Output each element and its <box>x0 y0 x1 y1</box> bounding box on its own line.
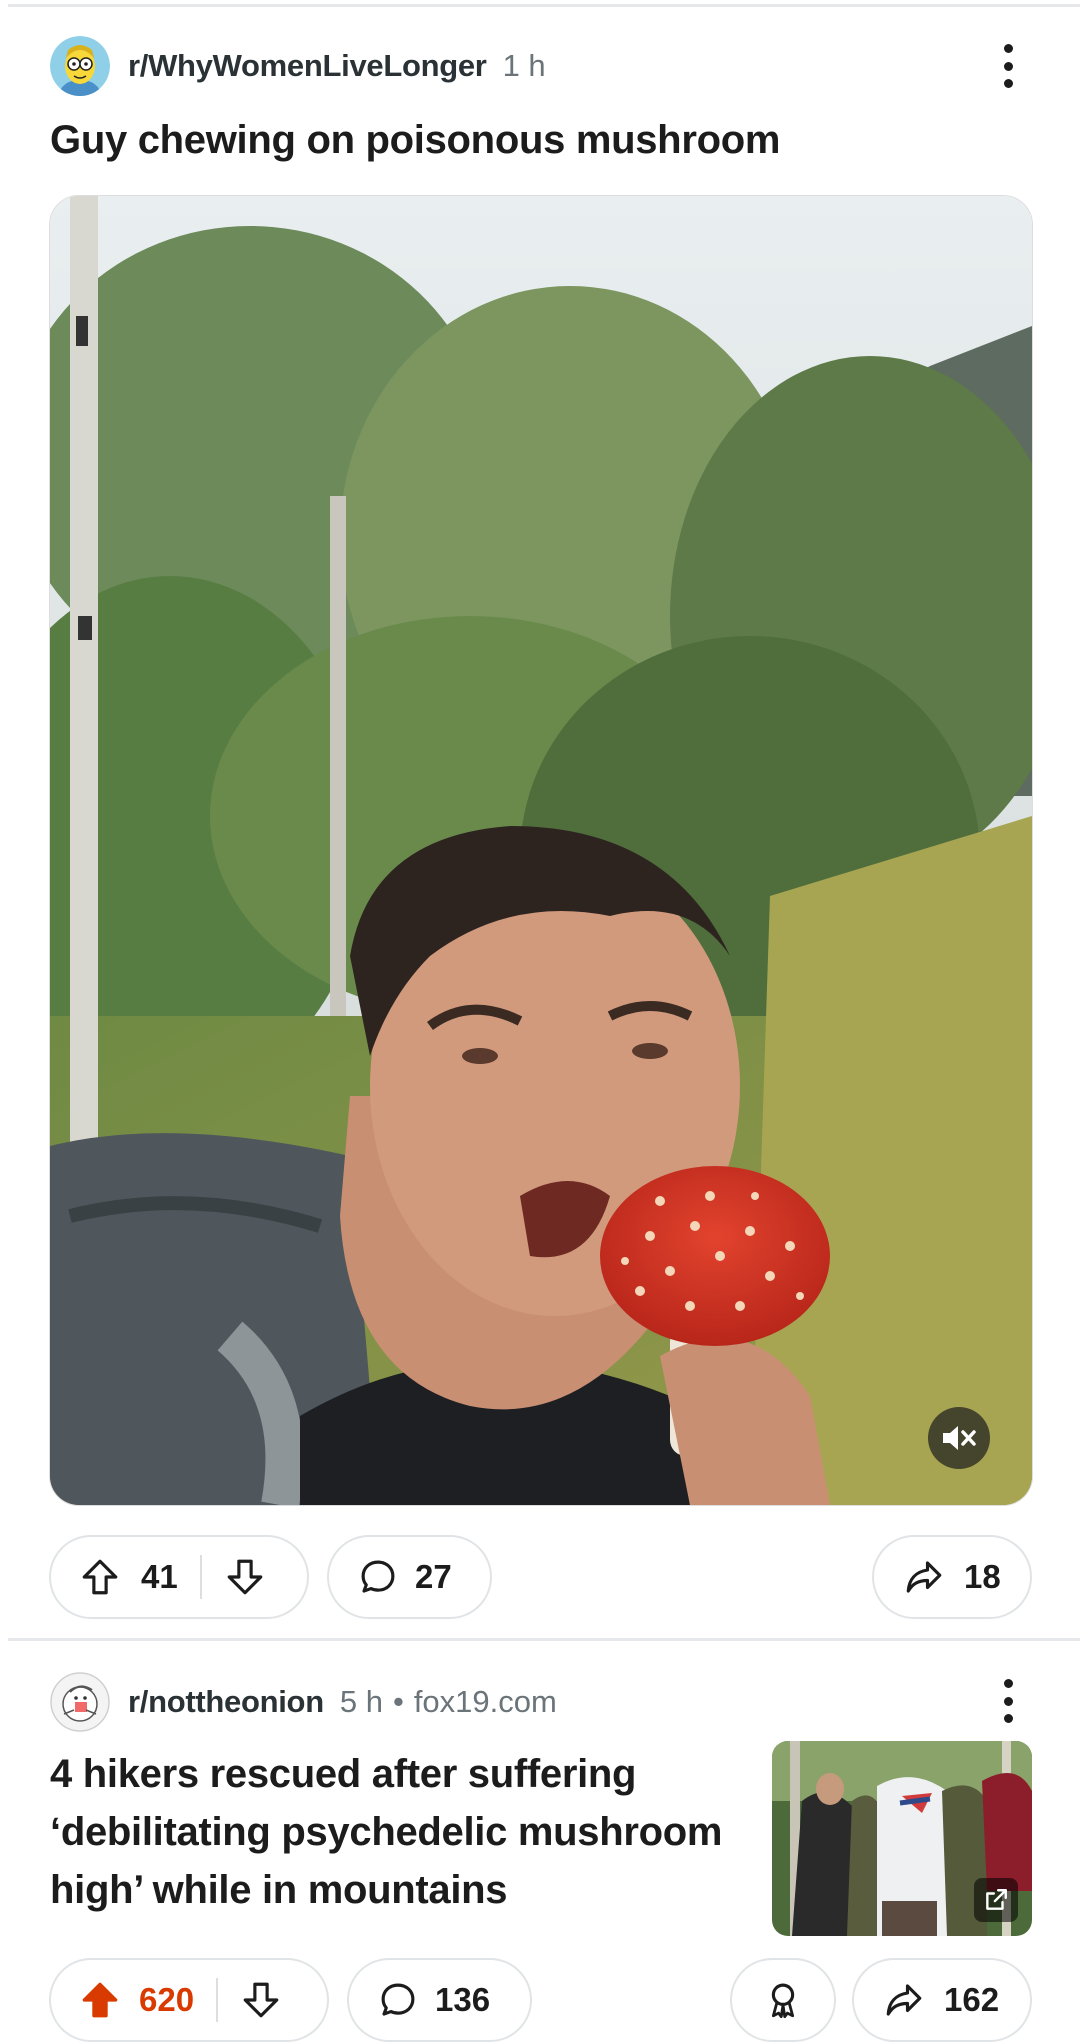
award-button[interactable] <box>730 1958 836 2042</box>
vote-separator <box>216 1978 219 2022</box>
video-player[interactable] <box>49 195 1033 1506</box>
comments-button[interactable]: 27 <box>327 1535 492 1619</box>
link-thumbnail[interactable] <box>772 1741 1032 1936</box>
meta-dot: • <box>392 1684 404 1719</box>
post-title[interactable]: Guy chewing on poisonous mushroom <box>50 118 780 163</box>
post-header: r/WhyWomenLiveLonger 1 h <box>50 35 546 97</box>
post-header: r/nottheonion 5 h • fox19.com <box>50 1671 557 1733</box>
vote-pill: 620 <box>49 1958 329 2042</box>
vote-pill: 41 <box>49 1535 309 1619</box>
subreddit-name[interactable]: r/nottheonion <box>128 1684 324 1720</box>
post-title[interactable]: 4 hikers rescued after suffering ‘debili… <box>50 1745 770 1919</box>
share-count: 18 <box>964 1558 1001 1595</box>
more-vertical-icon[interactable] <box>998 1679 1018 1723</box>
comment-count: 27 <box>415 1558 452 1595</box>
comment-count: 136 <box>435 1981 491 2018</box>
post-age: 1 h <box>502 48 546 83</box>
share-button[interactable]: 18 <box>872 1535 1032 1619</box>
video-frame-image <box>50 196 1032 1505</box>
downvote-icon[interactable] <box>240 1979 282 2021</box>
share-icon <box>902 1556 946 1598</box>
comment-icon <box>377 1979 419 2021</box>
nottheonion-avatar-icon[interactable] <box>50 1672 110 1732</box>
post-age: 5 h <box>339 1684 383 1719</box>
upvote-icon[interactable] <box>79 1979 121 2021</box>
award-icon <box>762 1979 804 2021</box>
upvote-icon[interactable] <box>79 1556 121 1598</box>
subreddit-name[interactable]: r/WhyWomenLiveLonger <box>128 48 487 84</box>
mute-icon[interactable] <box>928 1407 990 1469</box>
external-link-icon[interactable] <box>974 1878 1018 1922</box>
upvote-count: 41 <box>141 1558 178 1595</box>
upvote-count: 620 <box>139 1981 195 2018</box>
downvote-icon[interactable] <box>224 1556 266 1598</box>
share-count: 162 <box>944 1981 1000 2018</box>
vote-separator <box>199 1555 202 1599</box>
comments-button[interactable]: 136 <box>347 1958 532 2042</box>
simpsons-avatar-icon[interactable] <box>50 36 110 96</box>
share-icon <box>882 1979 926 2021</box>
post-card-1[interactable]: r/WhyWomenLiveLonger 1 h Guy chewing on … <box>0 0 1080 1630</box>
share-button[interactable]: 162 <box>852 1958 1032 2042</box>
link-domain[interactable]: fox19.com <box>414 1684 557 1720</box>
comment-icon <box>357 1556 399 1598</box>
more-vertical-icon[interactable] <box>998 44 1018 88</box>
